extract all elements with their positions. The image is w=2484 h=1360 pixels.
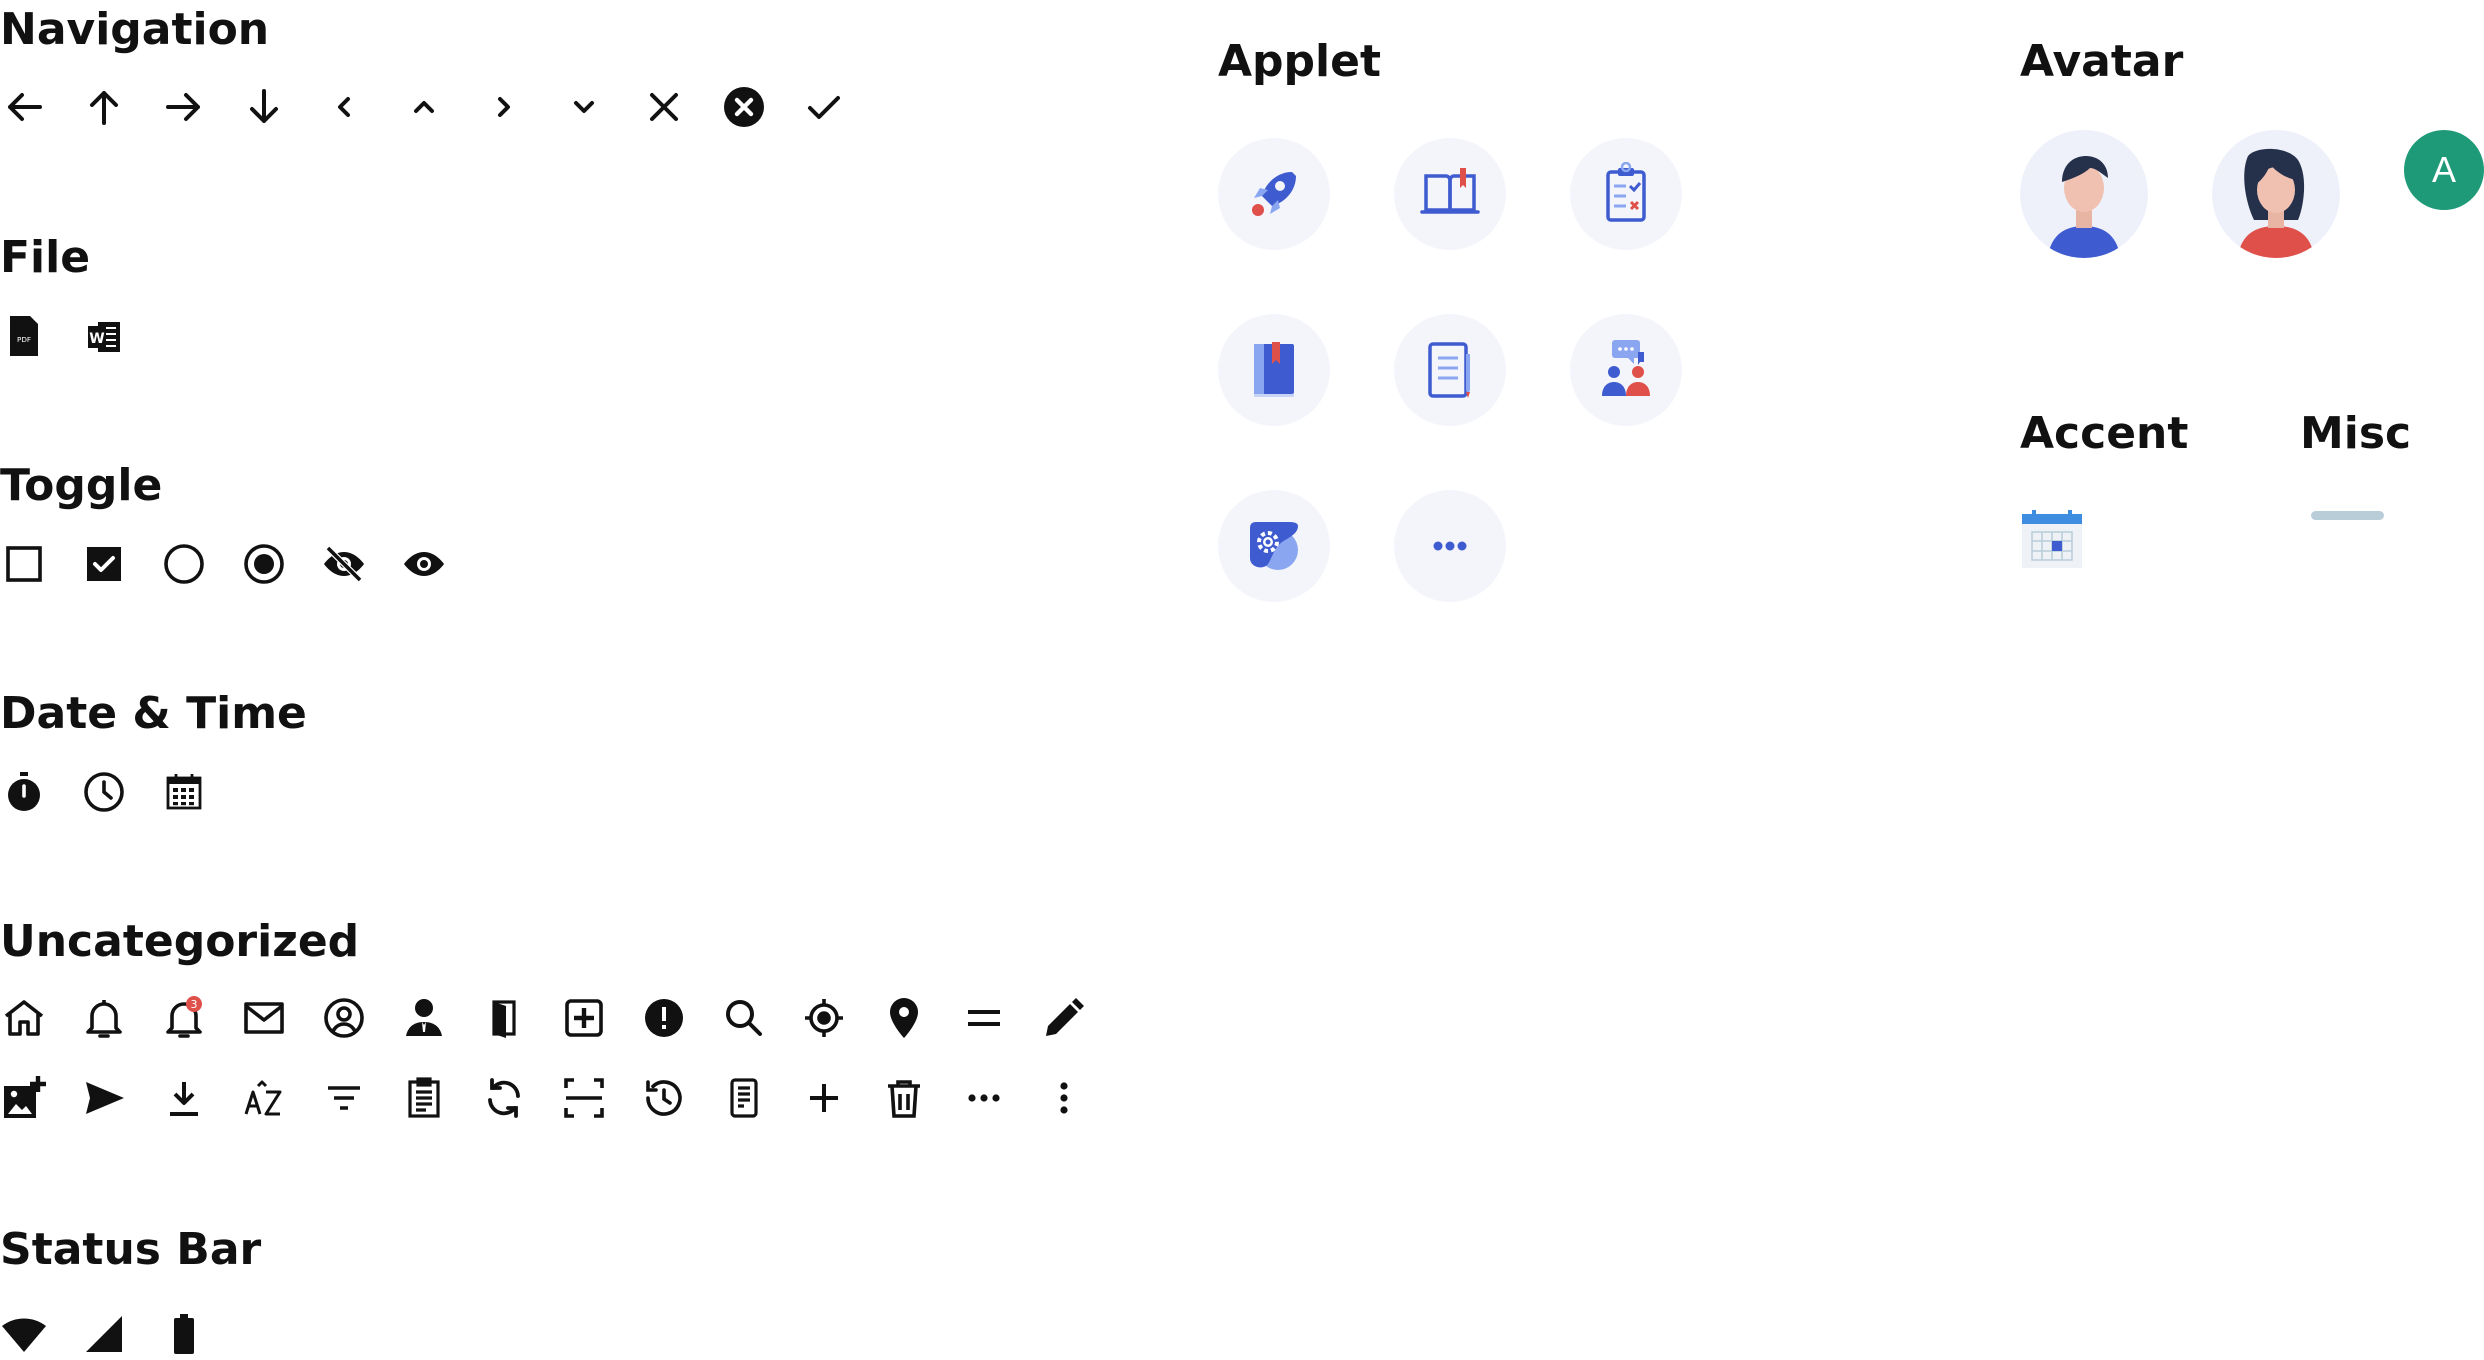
applet-settings[interactable] bbox=[1218, 490, 1330, 602]
applet-more[interactable] bbox=[1394, 490, 1506, 602]
calendar-accent-icon bbox=[2020, 508, 2084, 572]
arrow-up-icon[interactable] bbox=[80, 83, 128, 131]
receipt-icon[interactable] bbox=[720, 1074, 768, 1122]
section-title-misc: Misc bbox=[2300, 408, 2412, 459]
plus-icon[interactable] bbox=[800, 1074, 848, 1122]
checkbox-checked-icon[interactable] bbox=[80, 540, 128, 588]
scan-icon[interactable] bbox=[560, 1074, 608, 1122]
more-horizontal-icon[interactable] bbox=[960, 1074, 1008, 1122]
document-icon bbox=[1428, 342, 1470, 398]
clipboard-check-icon bbox=[1606, 162, 1646, 222]
battery-icon bbox=[160, 1310, 208, 1358]
checkbox-unchecked-icon[interactable] bbox=[0, 540, 48, 588]
home-icon[interactable] bbox=[0, 994, 48, 1042]
section-title-applet: Applet bbox=[1218, 36, 1382, 87]
word-file-icon[interactable]: W bbox=[80, 312, 128, 360]
female-avatar-icon bbox=[2238, 148, 2314, 258]
word-label: W bbox=[89, 331, 104, 347]
pencil-icon[interactable] bbox=[1040, 994, 1088, 1042]
section-title-avatar: Avatar bbox=[2020, 36, 2184, 87]
bell-badge-icon[interactable]: 3 bbox=[160, 994, 208, 1042]
avatar-female[interactable] bbox=[2212, 130, 2340, 258]
equal-icon[interactable] bbox=[960, 994, 1008, 1042]
check-icon[interactable] bbox=[800, 83, 848, 131]
section-title-toggle: Toggle bbox=[0, 460, 163, 511]
refresh-icon[interactable] bbox=[480, 1074, 528, 1122]
chevron-down-icon[interactable] bbox=[560, 83, 608, 131]
send-icon[interactable] bbox=[80, 1074, 128, 1122]
arrow-right-icon[interactable] bbox=[160, 83, 208, 131]
section-title-accent: Accent bbox=[2020, 408, 2189, 459]
applet-notebook[interactable] bbox=[1218, 314, 1330, 426]
close-icon[interactable] bbox=[640, 83, 688, 131]
section-title-navigation: Navigation bbox=[0, 4, 270, 55]
section-title-file: File bbox=[0, 232, 91, 283]
eye-icon[interactable] bbox=[400, 540, 448, 588]
account-tie-icon[interactable] bbox=[400, 994, 448, 1042]
pdf-file-icon[interactable]: PDF bbox=[0, 312, 48, 360]
calendar-icon[interactable] bbox=[160, 768, 208, 816]
stopwatch-icon[interactable] bbox=[0, 768, 48, 816]
radio-checked-icon[interactable] bbox=[240, 540, 288, 588]
pdf-label: PDF bbox=[17, 335, 31, 344]
notebook-icon bbox=[1254, 342, 1294, 397]
close-circle-icon[interactable] bbox=[720, 83, 768, 131]
crosshairs-gps-icon[interactable] bbox=[800, 994, 848, 1042]
door-icon[interactable] bbox=[480, 994, 528, 1042]
account-circle-icon[interactable] bbox=[320, 994, 368, 1042]
avatar-letter[interactable]: A bbox=[2404, 130, 2484, 210]
more-vertical-icon[interactable] bbox=[1040, 1074, 1088, 1122]
settings-icon bbox=[1250, 522, 1298, 570]
section-title-uncategorized: Uncategorized bbox=[0, 916, 360, 967]
avatar-male[interactable] bbox=[2020, 130, 2148, 258]
radio-unchecked-icon[interactable] bbox=[160, 540, 208, 588]
applet-document[interactable] bbox=[1394, 314, 1506, 426]
history-icon[interactable] bbox=[640, 1074, 688, 1122]
applet-clipboard-check[interactable] bbox=[1570, 138, 1682, 250]
applet-rocket[interactable] bbox=[1218, 138, 1330, 250]
filter-icon[interactable] bbox=[320, 1074, 368, 1122]
more-icon bbox=[1433, 541, 1467, 551]
clock-icon[interactable] bbox=[80, 768, 128, 816]
sort-alphabetical-icon[interactable] bbox=[240, 1074, 288, 1122]
arrow-down-icon[interactable] bbox=[240, 83, 288, 131]
applet-chat-people[interactable] bbox=[1570, 314, 1682, 426]
chevron-right-icon[interactable] bbox=[480, 83, 528, 131]
plus-box-icon[interactable] bbox=[560, 994, 608, 1042]
eye-off-icon[interactable] bbox=[320, 540, 368, 588]
chevron-left-icon[interactable] bbox=[320, 83, 368, 131]
alert-circle-icon[interactable] bbox=[640, 994, 688, 1042]
map-marker-icon[interactable] bbox=[880, 994, 928, 1042]
notification-badge-count: 3 bbox=[191, 998, 198, 1011]
signal-icon bbox=[80, 1310, 128, 1358]
section-title-datetime: Date & Time bbox=[0, 688, 307, 739]
bell-icon[interactable] bbox=[80, 994, 128, 1042]
wifi-icon bbox=[0, 1310, 48, 1358]
male-avatar-icon bbox=[2048, 156, 2120, 258]
search-icon[interactable] bbox=[720, 994, 768, 1042]
image-plus-icon[interactable] bbox=[0, 1074, 48, 1122]
clipboard-list-icon[interactable] bbox=[400, 1074, 448, 1122]
download-icon[interactable] bbox=[160, 1074, 208, 1122]
mail-icon[interactable] bbox=[240, 994, 288, 1042]
chat-people-icon bbox=[1602, 340, 1650, 396]
section-title-statusbar: Status Bar bbox=[0, 1224, 262, 1275]
arrow-left-icon[interactable] bbox=[0, 83, 48, 131]
chevron-up-icon[interactable] bbox=[400, 83, 448, 131]
applet-open-book[interactable] bbox=[1394, 138, 1506, 250]
open-book-icon bbox=[1420, 168, 1480, 214]
rocket-icon bbox=[1252, 172, 1296, 216]
trash-icon[interactable] bbox=[880, 1074, 928, 1122]
handle-bar-icon[interactable] bbox=[2311, 511, 2384, 520]
